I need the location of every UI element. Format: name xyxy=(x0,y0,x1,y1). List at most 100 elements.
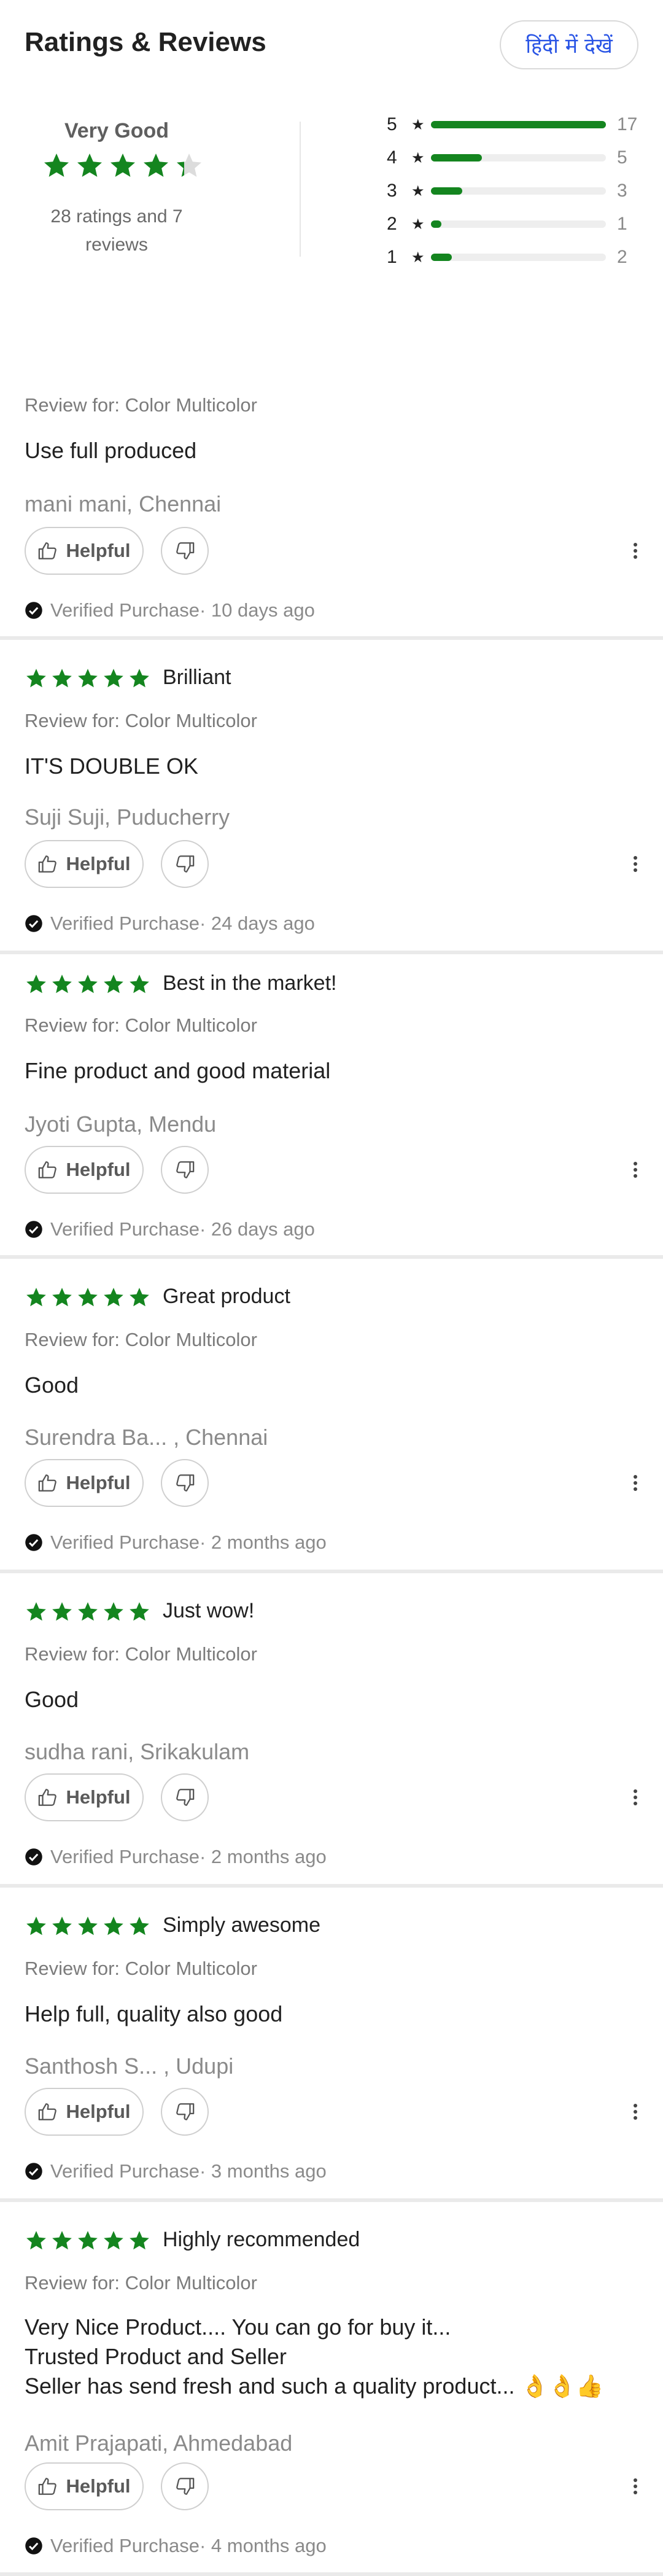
more-options-button[interactable] xyxy=(626,535,645,566)
star-icon xyxy=(26,669,46,688)
verified-purchase: Verified Purchase· 3 months ago xyxy=(25,2160,327,2182)
rating-bar-fill xyxy=(431,154,482,161)
helpful-button[interactable]: Helpful xyxy=(25,840,144,888)
review-stars xyxy=(25,1915,151,1938)
star-icon xyxy=(78,669,98,688)
star-icon xyxy=(26,1288,46,1307)
review-stars xyxy=(25,973,151,996)
page-title: Ratings & Reviews xyxy=(25,27,266,57)
review-card: Review for: Color Multicolor Use full pro… xyxy=(0,325,663,640)
review-text: Good xyxy=(25,1687,79,1712)
review-card: Highly recommended Review for: Color Mult… xyxy=(0,2202,663,2576)
thumbs-up-icon xyxy=(39,2478,57,2495)
review-variant: Review for: Color Multicolor xyxy=(25,1643,257,1665)
rating-bar-label: 1 xyxy=(387,247,397,267)
review-text: IT'S DOUBLE OK xyxy=(25,753,198,779)
star-icon: ★ xyxy=(411,149,425,166)
review-stars xyxy=(25,1286,151,1309)
more-options-button[interactable] xyxy=(626,2471,645,2502)
review-card: Simply awesome Review for: Color Multicol… xyxy=(0,1888,663,2202)
review-variant: Review for: Color Multicolor xyxy=(25,2272,257,2294)
star-icon xyxy=(130,975,149,994)
rating-bar-count: 3 xyxy=(617,181,627,201)
not-helpful-button[interactable] xyxy=(161,527,209,575)
helpful-button[interactable]: Helpful xyxy=(25,1459,144,1507)
star-icon xyxy=(26,1602,46,1621)
rating-bar-label: 5 xyxy=(387,114,397,134)
review-author: mani mani, Chennai xyxy=(25,491,222,516)
review-card: Brilliant Review for: Color Multicolor IT'… xyxy=(0,640,663,954)
verified-purchase: Verified Purchase· 2 months ago xyxy=(25,1846,327,1868)
verified-check-icon xyxy=(25,602,42,619)
verified-check-icon xyxy=(25,1534,42,1551)
review-variant: Review for: Color Multicolor xyxy=(25,394,257,416)
helpful-label: Helpful xyxy=(66,1472,131,1493)
more-options-button[interactable] xyxy=(626,1468,645,1498)
verified-purchase-text: Verified Purchase· 10 days ago xyxy=(50,599,315,621)
rating-bar-count: 2 xyxy=(617,247,627,267)
thumbs-down-icon xyxy=(176,2478,195,2495)
more-options-button[interactable] xyxy=(626,849,645,879)
view-in-hindi-button[interactable]: हिंदी में देखें xyxy=(500,20,638,69)
review-title: Best in the market! xyxy=(163,971,337,995)
not-helpful-button[interactable] xyxy=(161,840,209,888)
not-helpful-button[interactable] xyxy=(161,1459,209,1507)
more-options-button[interactable] xyxy=(626,1782,645,1813)
star-icon xyxy=(130,1602,149,1621)
rating-bar-fill xyxy=(431,220,442,228)
ratings-count-text: 28 ratings and 7 reviews xyxy=(50,206,183,255)
helpful-label: Helpful xyxy=(66,540,131,561)
star-icon: ★ xyxy=(411,182,425,200)
thumbs-down-icon xyxy=(176,1789,195,1806)
rating-bar-count: 17 xyxy=(617,114,638,134)
star-icon xyxy=(52,975,72,994)
helpful-button[interactable]: Helpful xyxy=(25,1146,144,1194)
helpful-button[interactable]: Helpful xyxy=(25,2088,144,2136)
review-variant: Review for: Color Multicolor xyxy=(25,710,257,731)
verified-purchase: Verified Purchase· 2 months ago xyxy=(25,1531,327,1554)
star-icon xyxy=(44,154,69,177)
not-helpful-button[interactable] xyxy=(161,2462,209,2510)
more-options-icon xyxy=(634,1475,637,1491)
more-options-icon xyxy=(634,2104,637,2120)
verified-purchase: Verified Purchase· 10 days ago xyxy=(25,599,315,621)
verified-purchase-text: Verified Purchase· 3 months ago xyxy=(50,2160,327,2182)
not-helpful-button[interactable] xyxy=(161,1146,209,1194)
rating-bar-row: 5 ★ 17 xyxy=(387,108,645,141)
thumbs-up-icon xyxy=(39,1789,57,1806)
verified-purchase: Verified Purchase· 26 days ago xyxy=(25,1218,315,1240)
verified-check-icon xyxy=(25,1221,42,1238)
verified-purchase-text: Verified Purchase· 4 months ago xyxy=(50,2535,327,2556)
not-helpful-button[interactable] xyxy=(161,1773,209,1821)
verified-purchase-text: Verified Purchase· 24 days ago xyxy=(50,912,315,934)
helpful-button[interactable]: Helpful xyxy=(25,527,144,575)
star-icon xyxy=(110,154,135,177)
rating-bar-count: 1 xyxy=(617,214,627,234)
review-author: Amit Prajapati, Ahmedabad xyxy=(25,2430,293,2456)
more-options-button[interactable] xyxy=(626,2096,645,2127)
not-helpful-button[interactable] xyxy=(161,2088,209,2136)
review-variant: Review for: Color Multicolor xyxy=(25,1958,257,1979)
thumbs-down-icon xyxy=(176,855,195,873)
star-icon: ★ xyxy=(411,116,425,133)
more-options-icon xyxy=(634,1789,637,1805)
more-options-button[interactable] xyxy=(626,1154,645,1185)
star-icon xyxy=(26,2231,46,2250)
helpful-button[interactable]: Helpful xyxy=(25,1773,144,1821)
verified-purchase-text: Verified Purchase· 2 months ago xyxy=(50,1846,327,1867)
review-card: Just wow! Review for: Color Multicolor Goo… xyxy=(0,1573,663,1888)
thumbs-up-icon xyxy=(39,2103,57,2120)
verified-check-icon xyxy=(25,2537,42,2555)
review-title: Just wow! xyxy=(163,1599,255,1622)
rating-bar-track xyxy=(431,187,606,195)
rating-bar-row: 1 ★ 2 xyxy=(387,241,645,274)
star-icon xyxy=(52,669,72,688)
helpful-button[interactable]: Helpful xyxy=(25,2462,144,2510)
rating-bar-label: 2 xyxy=(387,214,397,234)
rating-summary: Very Good 28 ratings and 7 reviews 5 ★ 17 4… xyxy=(0,90,663,274)
helpful-label: Helpful xyxy=(66,2101,131,2122)
star-icon xyxy=(52,1916,72,1936)
rating-bar-track xyxy=(431,121,606,128)
helpful-label: Helpful xyxy=(66,1159,131,1180)
star-icon xyxy=(104,1602,123,1621)
